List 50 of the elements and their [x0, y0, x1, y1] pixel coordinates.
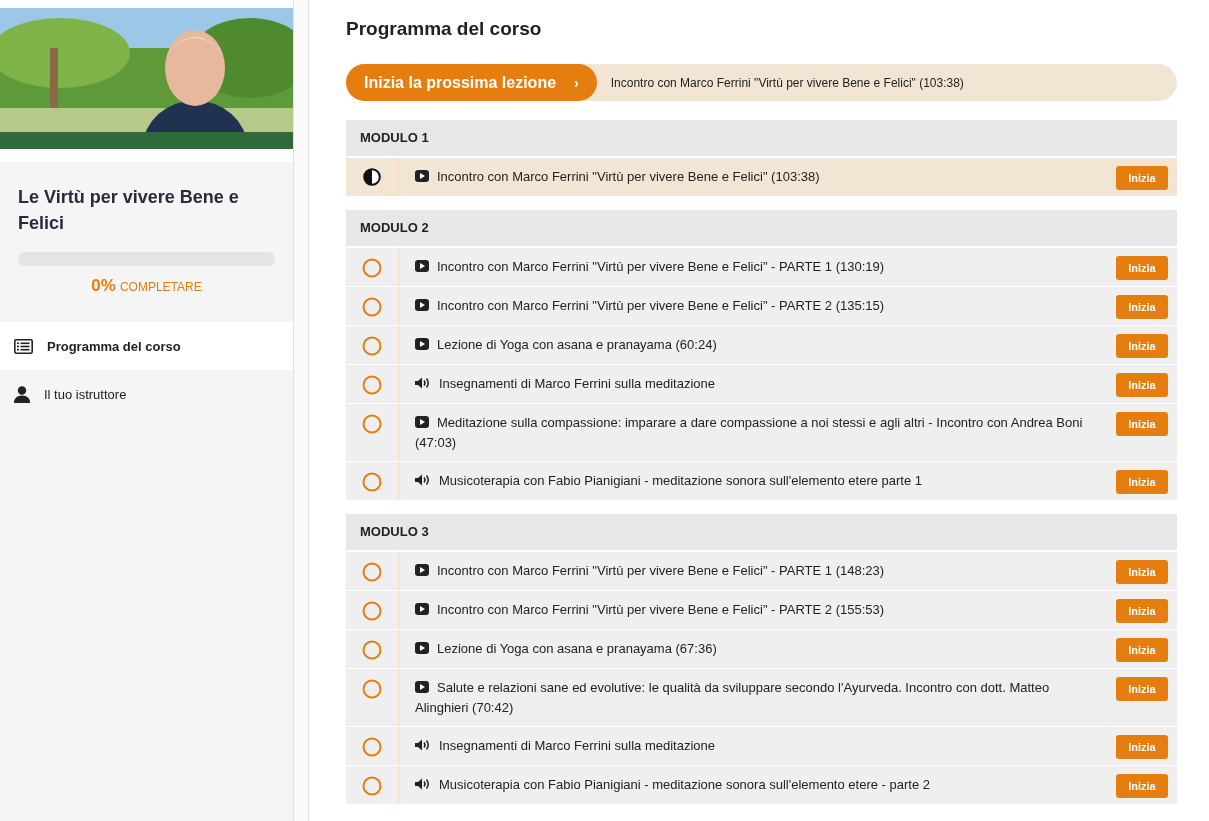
play-icon [415, 338, 429, 350]
lesson-row[interactable]: Incontro con Marco Ferrini "Virtù per vivere Bene e Felici" - PARTE 1 (148:23) Inizia [346, 552, 1177, 590]
lesson-row[interactable]: Musicoterapia con Fabio Pianigiani - meditazione sonora sull'elemento etere - parte 2 Inizia [346, 766, 1177, 804]
lesson-title: Insegnamenti di Marco Ferrini sulla meditazione [415, 376, 715, 391]
play-icon [415, 564, 429, 576]
lesson-title: Incontro con Marco Ferrini "Virtù per vivere Bene e Felici" - PARTE 1 (130:19) [415, 259, 885, 274]
lesson-title: Incontro con Marco Ferrini "Virtù per vivere Bene e Felici" - PARTE 1 (148:23) [415, 563, 885, 578]
play-icon [415, 299, 429, 311]
list-icon [14, 338, 33, 354]
module-header: MODULO 3 [346, 514, 1177, 550]
lesson-title: Lezione di Yoga con asana e pranayama (67:36) [415, 641, 717, 656]
course-title: Le Virtù per vivere Bene e Felici [18, 186, 240, 235]
lesson-title: Incontro con Marco Ferrini "Virtù per vivere Bene e Felici" - PARTE 2 (155:53) [415, 602, 885, 617]
play-icon [415, 170, 429, 182]
lesson-title: Insegnamenti di Marco Ferrini sulla meditazione [415, 738, 715, 753]
module-header: MODULO 2 [346, 210, 1177, 246]
lesson-title: Musicoterapia con Fabio Pianigiani - meditazione sonora sull'elemento etere - parte 2 [415, 777, 930, 792]
lesson-title: Meditazione sulla compassione: imparare a dare compassione a noi stessi e agli altri - Incontro con Andrea Boni (47:03) [415, 415, 1083, 450]
lesson-row[interactable]: Insegnamenti di Marco Ferrini sulla meditazione Inizia [346, 365, 1177, 403]
next-lesson-title: Incontro con Marco Ferrini "Virtù per vivere Bene e Felici" (103:38) [610, 75, 964, 90]
lesson-row[interactable]: Incontro con Marco Ferrini "Virtù per vivere Bene e Felici" - PARTE 1 (130:19) Inizia [346, 248, 1177, 286]
progress-label: COMPLETARE [119, 280, 202, 294]
lesson-row[interactable]: Lezione di Yoga con asana e pranayama (60:24) Inizia [346, 326, 1177, 364]
lesson-title: Salute e relazioni sane ed evolutive: le qualità da sviluppare secondo l'Ayurveda. Incontro con dott. Matteo Alinghieri (70:42) [415, 680, 1050, 715]
progress-percent: 0% [91, 276, 116, 295]
play-icon [415, 681, 429, 693]
play-icon [415, 416, 429, 428]
speaker-icon [415, 778, 431, 790]
user-icon [14, 385, 30, 403]
play-icon [415, 260, 429, 272]
speaker-icon [415, 739, 431, 751]
lesson-row[interactable]: Meditazione sulla compassione: imparare a dare compassione a noi stessi e agli altri - Incontro con Andrea Boni (47:03) Inizia [346, 404, 1177, 461]
lesson-row[interactable]: Incontro con Marco Ferrini "Virtù per vivere Bene e Felici" - PARTE 2 (155:53) Inizia [346, 591, 1177, 629]
lesson-row[interactable]: Incontro con Marco Ferrini "Virtù per vivere Bene e Felici" (103:38) Inizia [346, 158, 1177, 196]
play-icon [415, 603, 429, 615]
play-icon [415, 642, 429, 654]
lesson-row[interactable]: Musicoterapia con Fabio Pianigiani - meditazione sonora sull'elemento etere parte 1 Inizia [346, 462, 1177, 500]
lesson-row[interactable]: Lezione di Yoga con asana e pranayama (67:36) Inizia [346, 630, 1177, 668]
speaker-icon [415, 474, 431, 486]
lesson-title: Musicoterapia con Fabio Pianigiani - meditazione sonora sull'elemento etere parte 1 [415, 473, 923, 488]
nav-item[interactable]: Programma del corso [0, 322, 293, 370]
lesson-title: Incontro con Marco Ferrini "Virtù per vivere Bene e Felici" - PARTE 2 (135:15) [415, 298, 885, 313]
lesson-title: Incontro con Marco Ferrini "Virtù per vivere Bene e Felici" (103:38) [415, 169, 820, 184]
module-header: MODULO 1 [346, 120, 1177, 156]
lesson-row[interactable]: Insegnamenti di Marco Ferrini sulla meditazione Inizia [346, 727, 1177, 765]
speaker-icon [415, 377, 431, 389]
lesson-title: Lezione di Yoga con asana e pranayama (60:24) [415, 337, 717, 352]
page-title: Programma del corso [346, 18, 543, 40]
lesson-row[interactable]: Salute e relazioni sane ed evolutive: le qualità da sviluppare secondo l'Ayurveda. Incontro con dott. Matteo Alinghieri (70:42) Inizia [346, 669, 1177, 726]
lesson-row[interactable]: Incontro con Marco Ferrini "Virtù per vivere Bene e Felici" - PARTE 2 (135:15) Inizia [346, 287, 1177, 325]
